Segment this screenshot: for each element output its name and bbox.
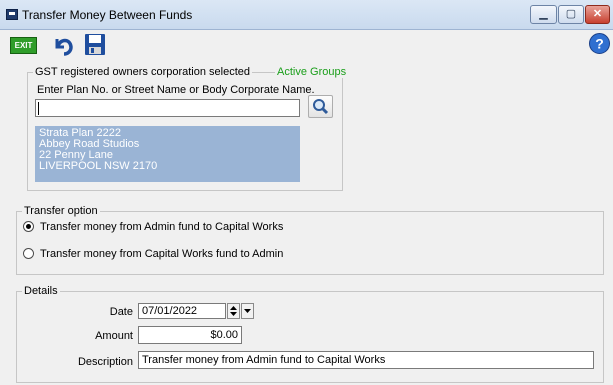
spin-arrows-icon [230,306,237,316]
plan-search-prompt: Enter Plan No. or Street Name or Body Co… [37,84,315,96]
description-input[interactable]: Transfer money from Admin fund to Capita… [138,351,594,369]
app-icon [6,9,18,20]
svg-text:?: ? [595,36,604,52]
selected-plan-address[interactable]: Strata Plan 2222 Abbey Road Studios 22 P… [35,126,300,182]
window-title: Transfer Money Between Funds [22,8,193,22]
help-icon[interactable]: ? [589,33,610,54]
address-line: LIVERPOOL NSW 2170 [39,160,158,172]
radio-capital-to-admin[interactable] [23,248,34,259]
window-title-bar[interactable]: Transfer Money Between Funds ▁ ▢ ✕ [0,0,613,30]
plan-search-input[interactable] [35,99,300,117]
amount-input[interactable]: $0.00 [138,326,242,344]
owners-group-legend: GST registered owners corporation select… [33,66,253,78]
radio-admin-to-capital[interactable] [23,221,34,232]
description-label: Description [77,356,133,368]
date-dropdown-button[interactable] [241,303,254,319]
minimize-button[interactable]: ▁ [530,5,557,24]
close-button[interactable]: ✕ [585,5,610,24]
amount-label: Amount [95,330,133,342]
radio-admin-to-capital-label[interactable]: Transfer money from Admin fund to Capita… [40,221,283,233]
magnifier-icon [313,99,329,115]
radio-capital-to-admin-label[interactable]: Transfer money from Capital Works fund t… [40,248,283,260]
text-caret [38,102,39,115]
search-button[interactable] [308,95,333,118]
details-legend: Details [22,285,60,297]
exit-button[interactable]: EXIT [10,37,37,54]
undo-icon[interactable] [52,33,74,57]
transfer-option-legend: Transfer option [22,205,100,217]
chevron-down-icon [244,309,251,313]
date-label: Date [109,306,133,318]
date-spinner[interactable] [227,303,240,319]
save-icon[interactable] [84,33,106,56]
active-groups-link[interactable]: Active Groups [275,66,349,78]
maximize-button[interactable]: ▢ [558,5,584,24]
date-input[interactable]: 07/01/2022 [138,303,226,319]
